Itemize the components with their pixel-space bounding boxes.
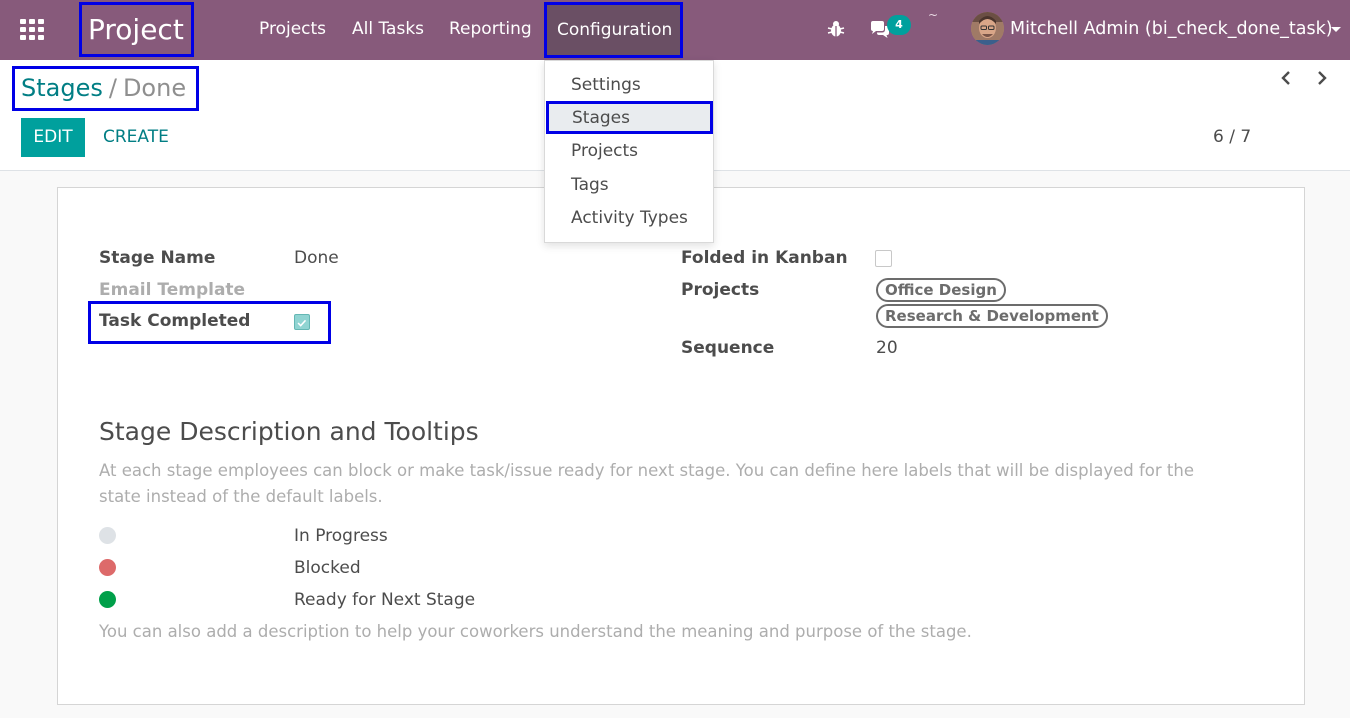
top-navbar: Project Projects All Tasks Reporting Con…: [0, 0, 1350, 60]
section-title: Stage Description and Tooltips: [99, 417, 479, 446]
task-completed-label: Task Completed: [99, 311, 251, 331]
breadcrumb-stages-link[interactable]: Stages: [21, 74, 103, 102]
menu-configuration[interactable]: Configuration: [544, 2, 683, 58]
app-grid-icon[interactable]: [20, 19, 44, 41]
menu-reporting[interactable]: Reporting: [449, 0, 532, 60]
breadcrumb: Stages / Done: [12, 66, 199, 111]
task-completed-checkbox[interactable]: [294, 314, 310, 330]
section-help-text: At each stage employees can block or mak…: [99, 461, 1194, 506]
activity-clock-icon[interactable]: ~: [928, 8, 938, 22]
stage-name-value[interactable]: Done: [294, 248, 339, 268]
edit-button[interactable]: EDIT: [21, 118, 85, 157]
debug-bug-icon[interactable]: [827, 20, 845, 38]
sequence-value[interactable]: 20: [876, 338, 898, 358]
dropdown-item-activity-types[interactable]: Activity Types: [545, 202, 713, 235]
pager-next-icon[interactable]: [1314, 70, 1330, 86]
pager-previous-icon[interactable]: [1278, 70, 1294, 86]
configuration-dropdown: Settings Stages Projects Tags Activity T…: [544, 60, 714, 243]
project-tag-research-development[interactable]: Research & Development: [876, 304, 1108, 328]
description-help-text: You can also add a description to help y…: [99, 622, 972, 641]
chat-count-badge: 4: [887, 15, 911, 35]
breadcrumb-separator: /: [108, 74, 117, 102]
state-normal-label[interactable]: In Progress: [294, 526, 388, 546]
state-done-label[interactable]: Ready for Next Stage: [294, 590, 475, 610]
state-normal-dot: [99, 527, 116, 544]
user-menu[interactable]: Mitchell Admin (bi_check_done_task): [1010, 0, 1333, 60]
folded-in-kanban-checkbox[interactable]: [875, 250, 892, 267]
form-sheet: Stage Name Done Email Template Task Comp…: [57, 187, 1305, 705]
state-blocked-dot: [99, 559, 116, 576]
folded-in-kanban-label: Folded in Kanban: [681, 248, 848, 268]
email-template-label: Email Template: [99, 280, 246, 300]
sequence-label: Sequence: [681, 338, 775, 358]
dropdown-item-stages[interactable]: Stages: [546, 101, 713, 134]
project-tag-office-design[interactable]: Office Design: [876, 278, 1006, 302]
dropdown-item-projects[interactable]: Projects: [545, 135, 713, 168]
user-avatar[interactable]: [971, 12, 1004, 45]
menu-projects[interactable]: Projects: [259, 0, 326, 60]
state-done-dot: [99, 591, 116, 608]
checkmark-icon: [297, 319, 307, 327]
projects-label: Projects: [681, 280, 760, 300]
state-blocked-label[interactable]: Blocked: [294, 558, 361, 578]
pager-value[interactable]: 6 / 7: [1213, 118, 1251, 157]
dropdown-item-settings[interactable]: Settings: [545, 69, 713, 102]
breadcrumb-current: Done: [122, 74, 187, 102]
menu-all-tasks[interactable]: All Tasks: [352, 0, 424, 60]
create-button[interactable]: CREATE: [103, 118, 169, 157]
stage-name-label: Stage Name: [99, 248, 216, 268]
app-brand[interactable]: Project: [79, 2, 194, 57]
dropdown-item-tags[interactable]: Tags: [545, 169, 713, 202]
user-menu-caret-icon[interactable]: [1331, 27, 1341, 32]
